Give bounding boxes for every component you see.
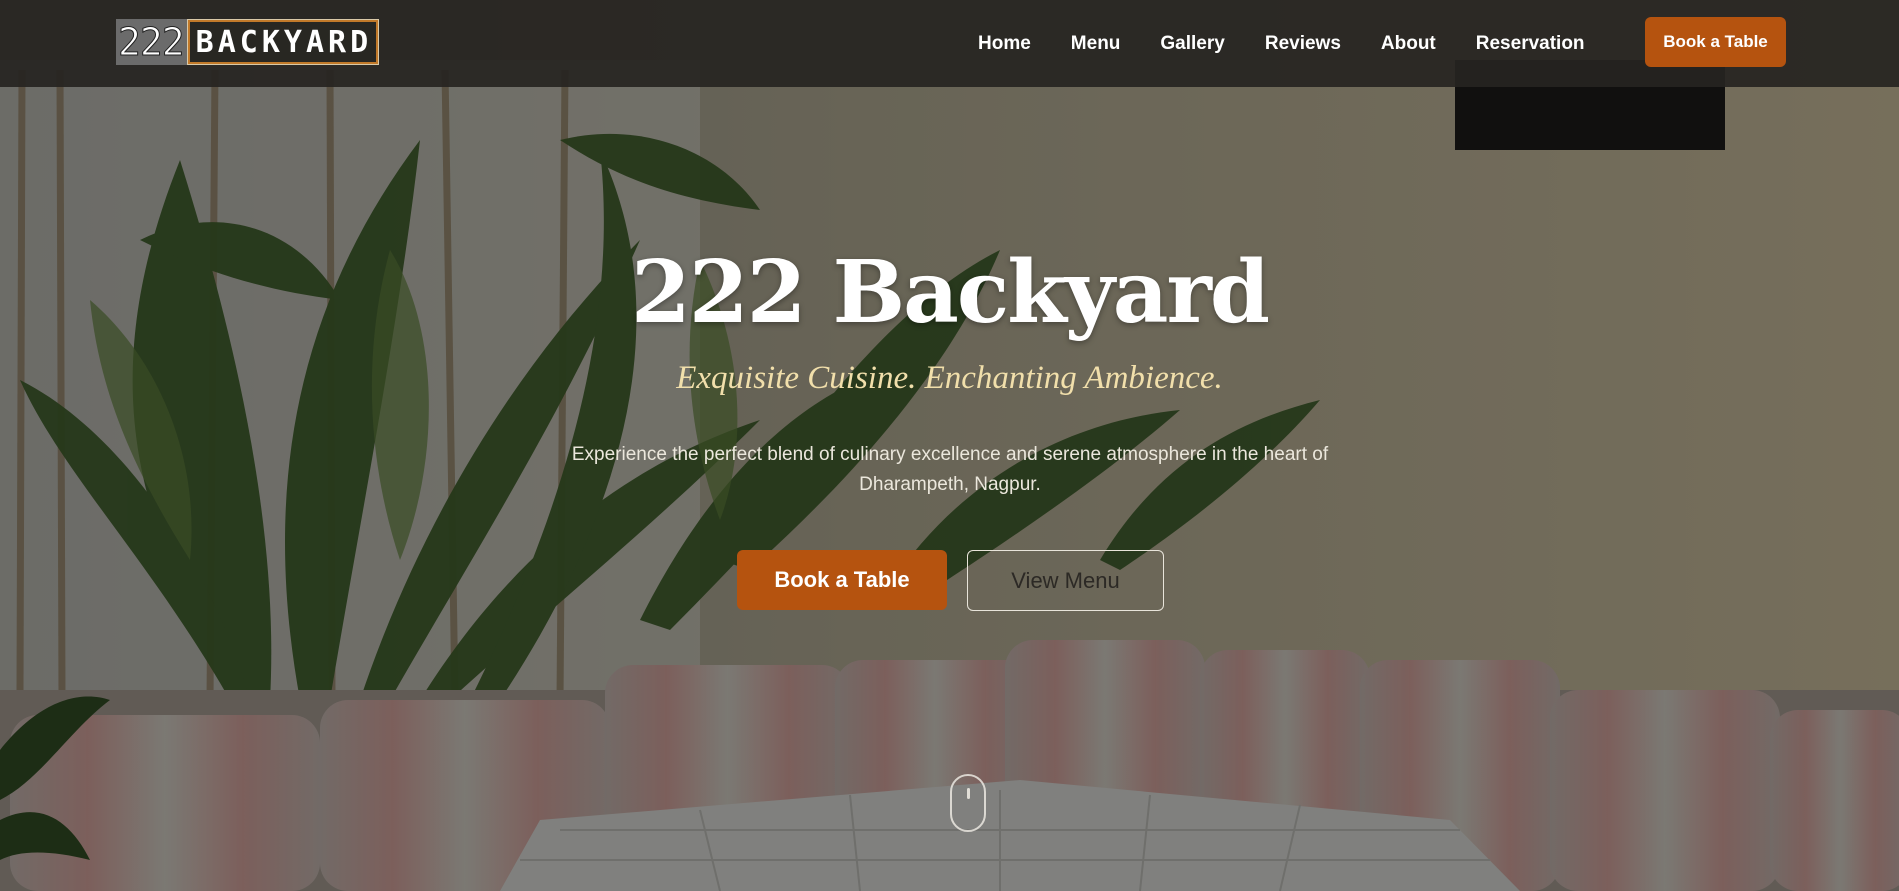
nav-link-gallery[interactable]: Gallery	[1160, 33, 1224, 55]
nav-link-menu[interactable]: Menu	[1071, 33, 1121, 55]
logo-number: 222	[116, 19, 188, 65]
page: 222 BACKYARD Home Menu Gallery Reviews A…	[0, 0, 1899, 891]
hero-title: 222 Backyard	[631, 242, 1270, 343]
nav-link-reservation[interactable]: Reservation	[1476, 33, 1585, 55]
nav-book-table-button[interactable]: Book a Table	[1645, 17, 1786, 67]
hero-buttons: Book a Table View Menu	[737, 550, 1164, 611]
view-menu-button[interactable]: View Menu	[967, 550, 1164, 611]
site-logo[interactable]: 222 BACKYARD	[116, 17, 380, 67]
navbar: 222 BACKYARD Home Menu Gallery Reviews A…	[0, 0, 1899, 87]
nav-link-about[interactable]: About	[1381, 33, 1436, 55]
hero-description: Experience the perfect blend of culinary…	[571, 444, 1329, 495]
mouse-scroll-icon[interactable]	[950, 774, 986, 832]
nav-link-reviews[interactable]: Reviews	[1265, 33, 1341, 55]
hero-book-table-button[interactable]: Book a Table	[737, 550, 947, 610]
nav-link-home[interactable]: Home	[978, 33, 1031, 55]
logo-word: BACKYARD	[186, 19, 380, 65]
nav-links: Home Menu Gallery Reviews About Reservat…	[978, 0, 1625, 87]
scroll-wheel	[967, 788, 970, 799]
hero-tagline: Exquisite Cuisine. Enchanting Ambience.	[676, 360, 1223, 396]
